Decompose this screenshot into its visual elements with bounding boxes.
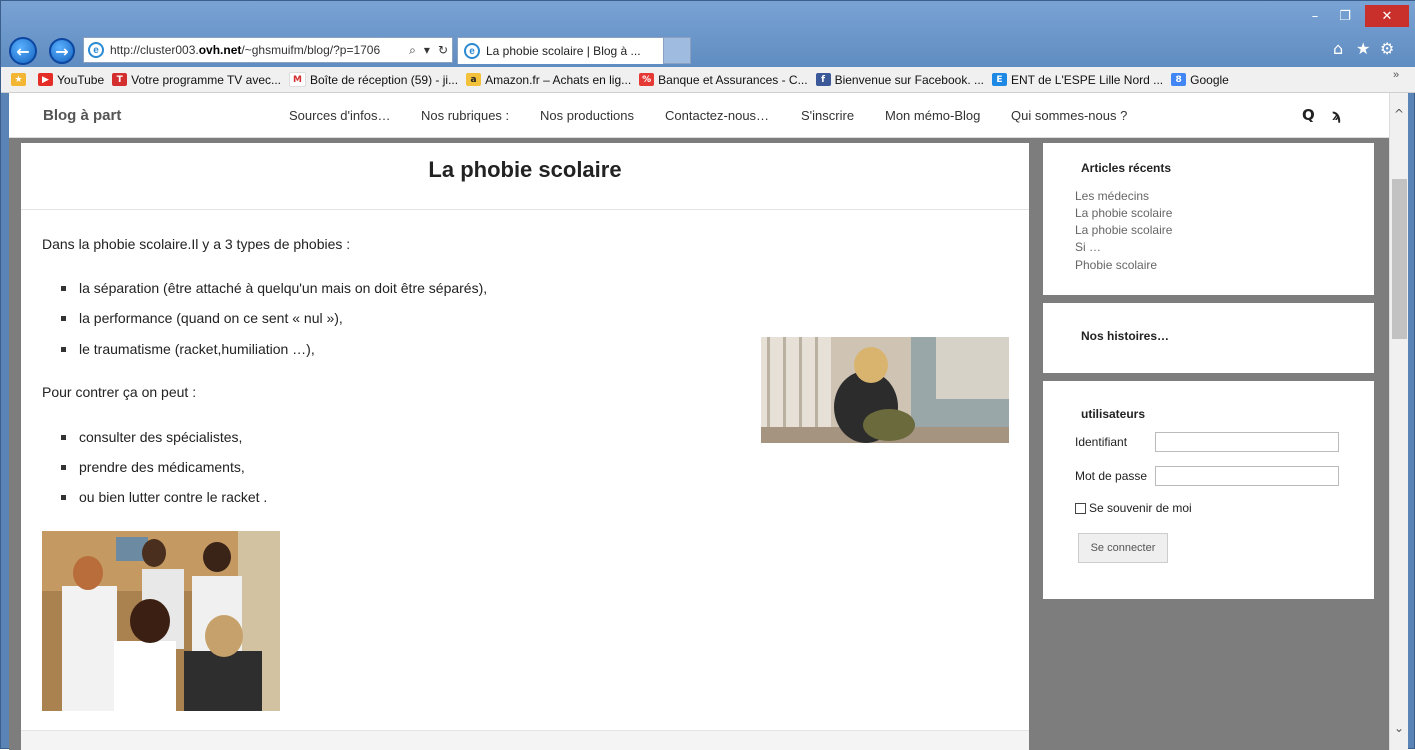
nav-productions[interactable]: Nos productions xyxy=(540,108,634,123)
ie-icon: e xyxy=(88,42,104,58)
scrollbar-thumb[interactable] xyxy=(1392,179,1407,339)
minimize-button[interactable]: – xyxy=(1301,5,1329,27)
nav-about[interactable]: Qui sommes-nous ? xyxy=(1011,108,1127,123)
favorite-youtube[interactable]: ▶ YouTube xyxy=(38,73,104,87)
recent-posts-title: Articles récents xyxy=(1081,161,1172,175)
article-footer xyxy=(21,730,1029,750)
site-navbar: Blog à part Sources d'infos… Nos rubriqu… xyxy=(9,93,1389,138)
favorite-google[interactable]: 8 Google xyxy=(1171,73,1229,87)
nav-memo-blog[interactable]: Mon mémo-Blog xyxy=(885,108,980,123)
remember-label: Se souvenir de moi xyxy=(1089,501,1192,515)
remember-checkbox[interactable] xyxy=(1075,502,1086,514)
nav-rubriques[interactable]: Nos rubriques : xyxy=(421,108,509,123)
forward-button[interactable]: → xyxy=(49,38,75,64)
nav-sources[interactable]: Sources d'infos… xyxy=(289,108,390,123)
favorite-bank[interactable]: % Banque et Assurances - C... xyxy=(639,73,808,87)
rss-icon[interactable]: ϡ xyxy=(1332,106,1341,124)
search-icon[interactable]: ⌕ xyxy=(405,43,420,58)
tv-icon: T xyxy=(112,73,128,86)
username-label: Identifiant xyxy=(1075,435,1128,449)
recent-post-link[interactable]: La phobie scolaire xyxy=(1075,223,1172,237)
address-url[interactable]: http://cluster003.ovh.net/~ghsmuifm/blog… xyxy=(110,43,405,57)
article-title: La phobie scolaire xyxy=(428,157,622,182)
recent-post-link[interactable]: Si … xyxy=(1075,240,1101,254)
article: La phobie scolaire Dans la phobie scolai… xyxy=(21,143,1029,750)
list-item: ou bien lutter contre le racket . xyxy=(61,489,267,505)
favorite-tv[interactable]: T Votre programme TV avec... xyxy=(112,73,281,87)
article-counter-intro: Pour contrer ça on peut : xyxy=(42,384,197,400)
username-input[interactable] xyxy=(1155,432,1339,452)
list-item: consulter des spécialistes, xyxy=(61,429,242,445)
favorites-bar: ★ ▶ YouTube T Votre programme TV avec... M… xyxy=(1,67,1415,93)
facebook-icon: f xyxy=(815,73,831,86)
bank-icon: % xyxy=(639,73,655,86)
recent-post-link[interactable]: Les médecins xyxy=(1075,189,1149,203)
favorite-ent[interactable]: E ENT de L'ESPE Lille Nord ... xyxy=(992,73,1163,87)
favorite-gmail[interactable]: M Boîte de réception (59) - ji... xyxy=(289,72,458,87)
recent-post-link[interactable]: La phobie scolaire xyxy=(1075,206,1172,220)
recent-post-link[interactable]: Phobie scolaire xyxy=(1075,258,1157,272)
home-icon[interactable]: ⌂ xyxy=(1333,39,1343,58)
address-dropdown-icon[interactable]: ▾ xyxy=(420,43,434,57)
back-button[interactable]: ← xyxy=(9,37,37,65)
new-tab-button[interactable] xyxy=(663,37,691,64)
page-scrollbar[interactable]: ^ ⌄ xyxy=(1389,93,1408,750)
scroll-down-icon[interactable]: ⌄ xyxy=(1394,721,1404,735)
list-item: le traumatisme (racket,humiliation …), xyxy=(61,341,315,357)
browser-titlebar: ← → e http://cluster003.ovh.net/~ghsmuif… xyxy=(1,1,1415,67)
article-header: La phobie scolaire xyxy=(21,143,1029,210)
maximize-button[interactable]: ❐ xyxy=(1331,5,1359,27)
tab-active[interactable]: e La phobie scolaire | Blog à ... × xyxy=(457,37,691,64)
page-viewport: Blog à part Sources d'infos… Nos rubriqu… xyxy=(9,93,1408,750)
amazon-icon: a xyxy=(466,73,482,86)
add-favorite-icon[interactable]: ★ xyxy=(11,73,30,86)
tab-title: La phobie scolaire | Blog à ... xyxy=(486,44,641,58)
address-bar[interactable]: e http://cluster003.ovh.net/~ghsmuifm/bl… xyxy=(83,37,453,63)
list-item: prendre des médicaments, xyxy=(61,459,245,475)
password-input[interactable] xyxy=(1155,466,1339,486)
favorite-facebook[interactable]: f Bienvenue sur Facebook. ... xyxy=(815,73,984,87)
google-icon: 8 xyxy=(1171,73,1187,86)
favorite-amazon[interactable]: a Amazon.fr – Achats en lig... xyxy=(466,73,631,87)
close-window-button[interactable]: ✕ xyxy=(1365,5,1409,27)
login-title: utilisateurs xyxy=(1081,407,1146,421)
browser-window: ← → e http://cluster003.ovh.net/~ghsmuif… xyxy=(0,0,1415,750)
password-label: Mot de passe xyxy=(1075,469,1148,483)
favorites-icon[interactable]: ★ xyxy=(1356,39,1370,58)
login-button[interactable]: Se connecter xyxy=(1078,533,1168,563)
search-icon[interactable]: Q xyxy=(1302,106,1315,124)
remember-me[interactable]: Se souvenir de moi xyxy=(1075,501,1192,515)
list-item: la séparation (être attaché à quelqu'un … xyxy=(61,280,487,296)
gmail-icon: M xyxy=(289,72,306,87)
article-intro: Dans la phobie scolaire.Il y a 3 types d… xyxy=(42,236,351,252)
refresh-icon[interactable]: ↻ xyxy=(434,43,452,57)
youtube-icon: ▶ xyxy=(38,73,53,86)
ie-icon: e xyxy=(464,43,480,59)
scroll-up-icon[interactable]: ^ xyxy=(1394,107,1404,121)
doctors-photo xyxy=(42,531,280,711)
student-photo xyxy=(761,337,1009,443)
nav-contact[interactable]: Contactez-nous… xyxy=(665,108,769,123)
list-item: la performance (quand on ce sent « nul »… xyxy=(61,310,343,326)
site-brand[interactable]: Blog à part xyxy=(43,107,121,124)
ent-icon: E xyxy=(992,73,1007,86)
nav-inscrire[interactable]: S'inscrire xyxy=(801,108,854,123)
stories-title[interactable]: Nos histoires… xyxy=(1081,329,1169,343)
stories-widget: Nos histoires… xyxy=(1043,303,1374,373)
settings-icon[interactable]: ⚙ xyxy=(1380,39,1394,58)
recent-posts-widget: Articles récents Les médecins La phobie … xyxy=(1043,143,1374,295)
favorites-more-icon[interactable]: » xyxy=(1393,69,1399,81)
login-widget: utilisateurs Identifiant Mot de passe Se… xyxy=(1043,381,1374,599)
